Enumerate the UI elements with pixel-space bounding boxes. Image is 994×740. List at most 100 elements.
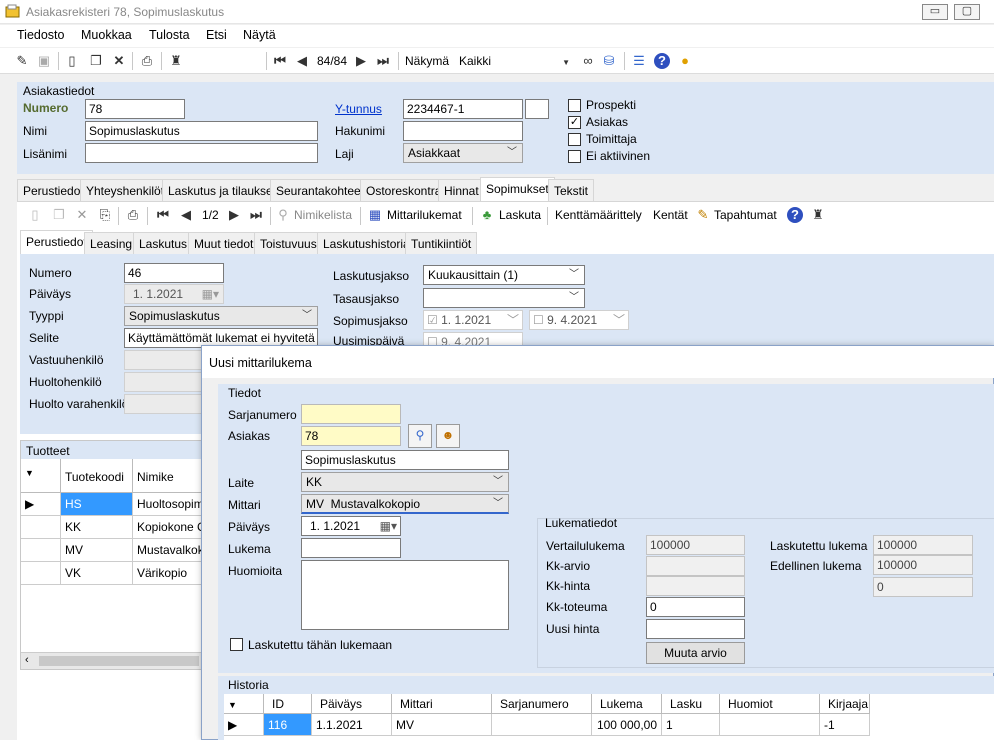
next-record-icon[interactable]: ▶ [353,53,369,69]
hist-filter-header[interactable]: ▼ [224,694,264,714]
table-row-meter[interactable]: MV [392,714,492,736]
customer-card-button[interactable]: ☻ [436,424,460,448]
hist-col-paivays[interactable]: Päiväys [312,694,392,714]
huolto-varahenkilo-field[interactable] [124,394,204,414]
name-field[interactable]: Sopimuslaskutus [85,121,318,141]
delete-icon[interactable]: ✕ [111,53,127,69]
col-nimike[interactable]: Nimike [133,459,209,493]
menu-muokkaa[interactable]: Muokkaa [81,28,132,42]
sarjanumero-field[interactable] [301,404,401,424]
mittari-select[interactable]: MV Mustavalkokopio ﹀ [301,494,509,514]
import-icon[interactable]: ⎘ [97,207,113,223]
dialog-asiakas-name-field[interactable]: Sopimuslaskutus [301,450,509,470]
table-row-by[interactable]: -1 [820,714,870,736]
sopimus-start-field[interactable]: ☑ 1. 1.2021 ﹀ [423,310,523,330]
maximize-button[interactable]: ▢ [954,4,980,20]
contract-type-select[interactable]: Sopimuslaskutus ﹀ [124,306,318,326]
subtab-leasing[interactable]: Leasing [84,232,139,254]
mittarilukemat-button[interactable]: Mittarilukemat [387,208,462,222]
table-row-reading[interactable]: 100 000,00 [592,714,662,736]
contract-help-icon[interactable]: ? [787,207,803,223]
help-icon[interactable]: ? [654,53,670,69]
search-input[interactable] [190,51,262,71]
menu-tiedosto[interactable]: Tiedosto [17,28,64,42]
table-row-serial[interactable] [492,714,592,736]
laji-select[interactable]: Asiakkaat ﹀ [403,143,523,163]
table-row-invoice[interactable]: 1 [662,714,720,736]
laskutettu-checkbox[interactable] [230,638,243,651]
lock-icon[interactable]: ● [677,53,693,69]
subtab-laskutus[interactable]: Laskutus [133,232,194,254]
hist-col-id[interactable]: ID [264,694,312,714]
table-row-name[interactable]: Kopiokone Ca [133,516,209,539]
subtab-laskutushistoria[interactable]: Laskutushistoria [317,232,416,254]
laskuta-button[interactable]: Laskuta [499,208,541,222]
uusimis-field[interactable]: ☐ 9. 4.2021 [423,332,523,346]
first-record-icon[interactable]: ⏮ [272,53,288,69]
menu-tulosta[interactable]: Tulosta [149,28,190,42]
sopimus-end-field[interactable]: ☐ 9. 4.2021 ﹀ [529,310,629,330]
dialog-asiakas-field[interactable]: 78 [301,426,401,446]
contract-number-field[interactable]: 46 [124,263,224,283]
tab-hinnat[interactable]: Hinnat [438,179,485,201]
number-field[interactable]: 78 [85,99,185,119]
link-icon[interactable]: ∞ [580,53,596,69]
print-icon[interactable]: ⎙ [139,53,155,69]
ytunnus-field[interactable]: 2234467-1 [403,99,523,119]
table-row-name[interactable]: Huoltosopimus [133,493,209,516]
col-tuotekoodi[interactable]: Tuotekoodi [61,459,133,493]
products-scrollbar[interactable]: ‹ [21,652,209,669]
scroll-thumb[interactable] [39,656,199,666]
table-row-code[interactable]: HS [61,493,133,516]
table-row-date[interactable]: 1.1.2021 [312,714,392,736]
customer-search-button[interactable]: ⚲ [408,424,432,448]
menu-nayta[interactable]: Näytä [243,28,276,42]
tasausjakso-select[interactable]: ﹀ [423,288,585,308]
table-row-notes[interactable] [720,714,820,736]
hist-col-lukema[interactable]: Lukema [592,694,662,714]
menu-etsi[interactable]: Etsi [206,28,227,42]
kentat-button[interactable]: Kentät [653,208,688,222]
uusihinta-field[interactable] [646,619,745,639]
prospekti-checkbox[interactable] [568,99,581,112]
contract-first-icon[interactable]: ⏮ [155,207,171,223]
contract-next-icon[interactable]: ▶ [226,207,242,223]
hist-col-lasku[interactable]: Lasku [662,694,720,714]
tab-yhteyshenkilot[interactable]: Yhteyshenkilöt [80,179,171,201]
nimikelista-button[interactable]: Nimikelista [294,208,352,222]
subtab-toistuvuus[interactable]: Toistuvuus [254,232,323,254]
contract-prev-icon[interactable]: ◀ [178,207,194,223]
last-record-icon[interactable]: ⏭ [375,53,391,69]
subtab-perustiedot[interactable]: Perustiedot [20,230,93,254]
scroll-left-icon[interactable]: ‹ [25,654,29,666]
tab-sopimukset[interactable]: Sopimukset [480,177,555,201]
table-row-id[interactable]: 116 [264,714,312,736]
ytunnus-extra-field[interactable] [525,99,549,119]
database-icon[interactable]: ⛁ [601,53,617,69]
table-row-name[interactable]: Mustavalkoko [133,539,209,562]
prev-record-icon[interactable]: ◀ [294,53,310,69]
tab-seurantakohteet[interactable]: Seurantakohteet [270,179,371,201]
hakunimi-field[interactable] [403,121,523,141]
tab-perustiedot[interactable]: Perustiedot [17,179,90,201]
asiakas-checkbox[interactable]: ✓ [568,116,581,129]
lukema-field[interactable] [301,538,401,558]
find-binoculars-icon[interactable]: ♜ [168,53,184,69]
copy-icon[interactable]: ❐ [88,53,104,69]
subtab-muut-tiedot[interactable]: Muut tiedot [188,232,260,254]
delete-contract-icon[interactable]: ✕ [74,207,90,223]
subtab-tuntikiintiot[interactable]: Tuntikiintiöt [405,232,478,254]
muuta-arvio-button[interactable]: Muuta arvio [646,642,745,664]
tab-tekstit[interactable]: Tekstit [548,179,595,201]
list-icon[interactable]: ☰ [631,53,647,69]
extra-name-field[interactable] [85,143,318,163]
huomioita-field[interactable] [301,560,509,630]
vastuuhenkilo-field[interactable] [124,350,204,370]
hist-col-sarjanumero[interactable]: Sarjanumero [492,694,592,714]
table-row-code[interactable]: VK [61,562,133,585]
edit-icon[interactable]: ✎ [14,53,30,69]
table-row-code[interactable]: MV [61,539,133,562]
laskutusjakso-select[interactable]: Kuukausittain (1) ﹀ [423,265,585,285]
table-row-name[interactable]: Värikopio [133,562,209,585]
hist-col-mittari[interactable]: Mittari [392,694,492,714]
